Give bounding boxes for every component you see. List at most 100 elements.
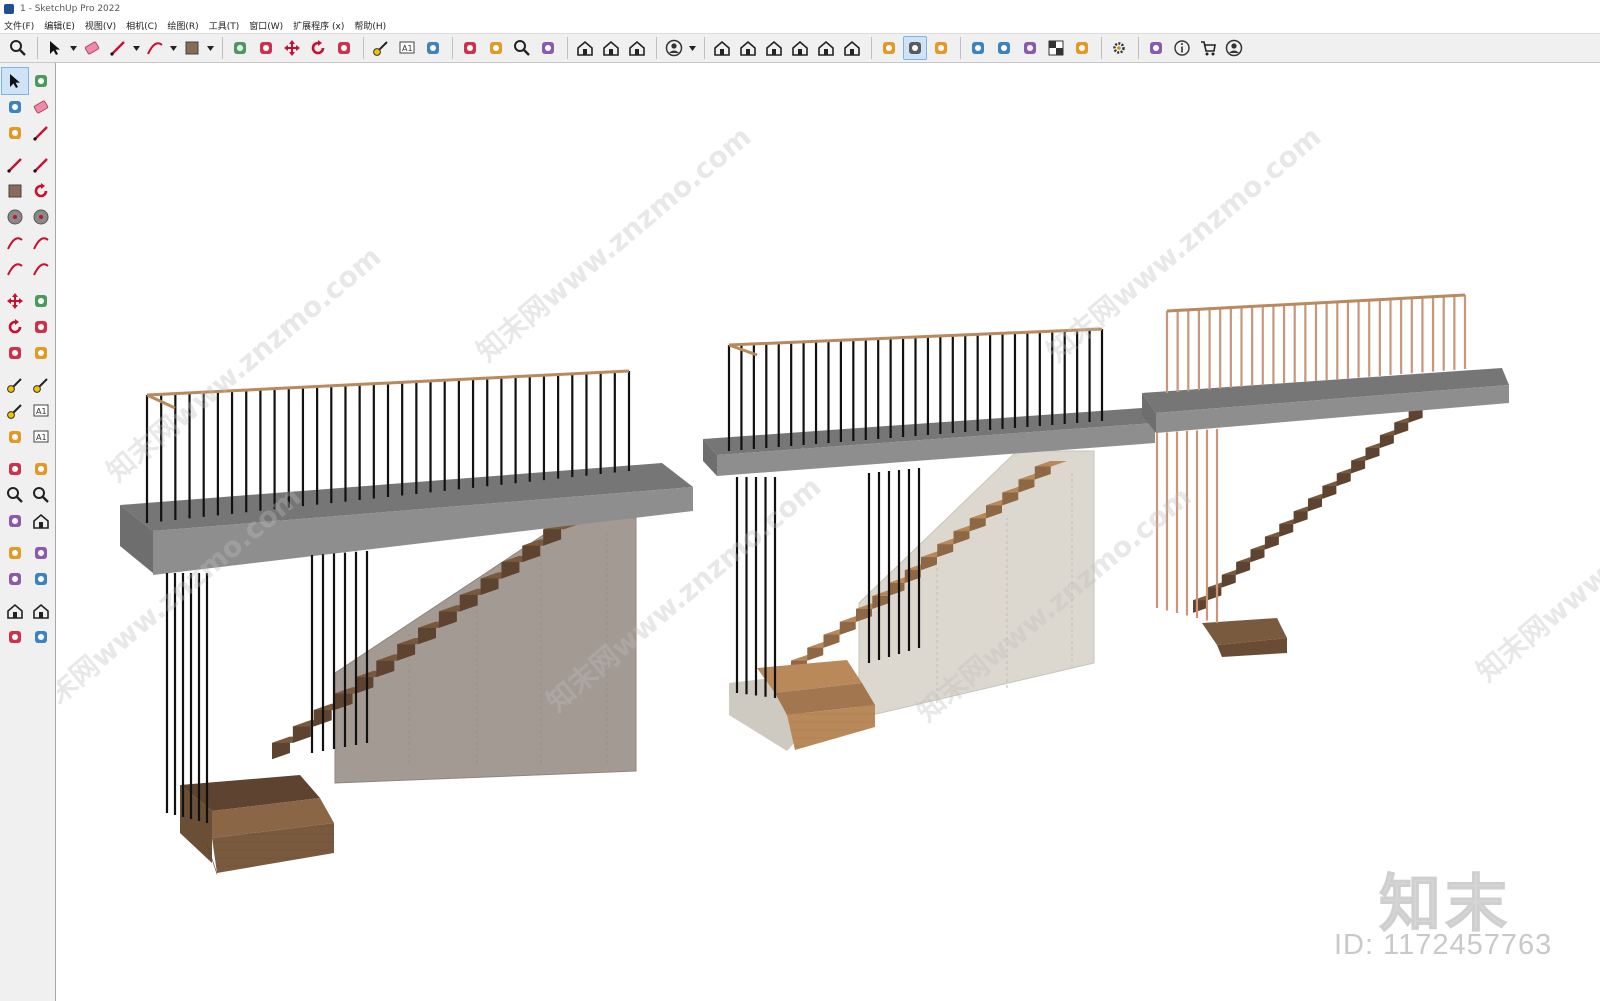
look-around-tool-button[interactable] (28, 540, 54, 566)
eraser-button[interactable] (80, 36, 104, 60)
tape-measure-tool-button[interactable] (2, 372, 28, 398)
section-plane-button[interactable] (903, 36, 927, 60)
position-camera-tool-button[interactable] (2, 540, 28, 566)
warehouse-tool-button[interactable] (2, 598, 28, 624)
pencil-paint-tool-button[interactable] (28, 120, 54, 146)
follow-me-button[interactable] (254, 36, 278, 60)
menu-tools[interactable]: 工具(T) (209, 19, 240, 32)
walk-tool-button[interactable] (2, 566, 28, 592)
menu-file[interactable]: 文件(F) (4, 19, 34, 32)
dimension-tool-button[interactable] (28, 372, 54, 398)
polygon-tool-button[interactable] (28, 204, 54, 230)
scale-tool-button[interactable] (2, 340, 28, 366)
orbit-tool-button[interactable] (2, 456, 28, 482)
paint-bucket-tool-button[interactable] (2, 94, 28, 120)
menu-help[interactable]: 帮助(H) (354, 19, 386, 32)
arc-2pt-tool-button[interactable] (28, 230, 54, 256)
eraser-tool-button[interactable] (28, 94, 54, 120)
freehand-tool-button[interactable] (28, 152, 54, 178)
zoom-extents-button[interactable] (536, 36, 560, 60)
cart-button[interactable] (1196, 36, 1220, 60)
text-tool-button[interactable]: A1 (28, 398, 54, 424)
stair-model-3[interactable] (1142, 293, 1509, 657)
rotate-button[interactable] (306, 36, 330, 60)
solid-tools-button[interactable] (877, 36, 901, 60)
info-button[interactable] (1170, 36, 1194, 60)
right-view-button[interactable] (788, 36, 812, 60)
chevron-down-icon[interactable] (69, 36, 77, 60)
chevron-down-icon[interactable] (688, 36, 696, 60)
share-tool-button[interactable] (28, 624, 54, 650)
menu-camera[interactable]: 相机(C) (126, 19, 157, 32)
move-button[interactable] (280, 36, 304, 60)
follow-me-tool-button[interactable] (28, 314, 54, 340)
cloud-upload-button[interactable] (1070, 36, 1094, 60)
push-pull-tool-button[interactable] (28, 288, 54, 314)
menu-edit[interactable]: 编辑(E) (44, 19, 75, 32)
pan-tool-button[interactable] (28, 456, 54, 482)
zoom-tool-button[interactable] (2, 482, 28, 508)
arc-tool-button[interactable] (2, 230, 28, 256)
profile-button[interactable] (1222, 36, 1246, 60)
push-pull-button[interactable] (228, 36, 252, 60)
rotate-tool-button[interactable] (2, 314, 28, 340)
warehouse-button[interactable] (573, 36, 597, 60)
chevron-down-icon[interactable] (206, 36, 214, 60)
checker-button[interactable] (1044, 36, 1068, 60)
paint-bucket-button[interactable] (421, 36, 445, 60)
orbit-button[interactable] (458, 36, 482, 60)
select-button[interactable] (43, 36, 67, 60)
add-location-button[interactable] (966, 36, 990, 60)
component-tool-button[interactable] (2, 120, 28, 146)
top-view-button[interactable] (736, 36, 760, 60)
iso-view-button[interactable] (710, 36, 734, 60)
axes-tool-button[interactable] (2, 424, 28, 450)
left-view-button[interactable] (840, 36, 864, 60)
move-tool-button[interactable] (2, 288, 28, 314)
tape-measure-button[interactable] (369, 36, 393, 60)
menu-extensions[interactable]: 扩展程序 (x) (293, 19, 344, 32)
3d-text-tool-button[interactable]: A1 (28, 424, 54, 450)
pan-button[interactable] (484, 36, 508, 60)
line-tool-button[interactable] (2, 152, 28, 178)
orbit-small-tool-button[interactable] (28, 68, 54, 94)
sandbox-button[interactable] (1018, 36, 1042, 60)
arc-button[interactable] (143, 36, 167, 60)
chevron-down-icon[interactable] (169, 36, 177, 60)
settings-button[interactable] (1107, 36, 1131, 60)
rotated-rect-tool-button[interactable] (28, 178, 54, 204)
layout-button[interactable] (625, 36, 649, 60)
model-viewport[interactable]: 知末网www.znzmo.com 知末网www.znzmo.com 知末网www.z… (57, 63, 1600, 1001)
pie-tool-button[interactable] (28, 256, 54, 282)
zoom-window-tool-button[interactable] (28, 482, 54, 508)
chevron-down-icon[interactable] (132, 36, 140, 60)
back-view-button[interactable] (814, 36, 838, 60)
stair-model-1[interactable] (120, 369, 693, 875)
text-button[interactable]: A1 (395, 36, 419, 60)
layers-tool-button[interactable] (2, 624, 28, 650)
rectangle-tool-button[interactable] (2, 178, 28, 204)
zoom-button[interactable] (510, 36, 534, 60)
previous-view-tool-button[interactable] (28, 508, 54, 534)
front-view-button[interactable] (762, 36, 786, 60)
menu-draw[interactable]: 绘图(R) (167, 19, 198, 32)
section-tool-button[interactable] (28, 566, 54, 592)
shield-button[interactable] (992, 36, 1016, 60)
menu-view[interactable]: 视图(V) (85, 19, 116, 32)
offset-tool-button[interactable] (28, 340, 54, 366)
menu-window[interactable]: 窗口(W) (249, 19, 283, 32)
rectangle-button[interactable] (180, 36, 204, 60)
zoom-extents-tool-button[interactable] (2, 508, 28, 534)
protractor-tool-button[interactable] (2, 398, 28, 424)
scenes-button[interactable] (1144, 36, 1168, 60)
pencil-line-button[interactable] (106, 36, 130, 60)
extension-warehouse-tool-button[interactable] (28, 598, 54, 624)
scale-button[interactable] (332, 36, 356, 60)
camera-button[interactable] (929, 36, 953, 60)
search-button[interactable] (6, 36, 30, 60)
arc-3pt-tool-button[interactable] (2, 256, 28, 282)
circle-tool-button[interactable] (2, 204, 28, 230)
extension-warehouse-button[interactable] (599, 36, 623, 60)
select-tool-button[interactable] (1, 67, 29, 95)
user-account-button[interactable] (662, 36, 686, 60)
